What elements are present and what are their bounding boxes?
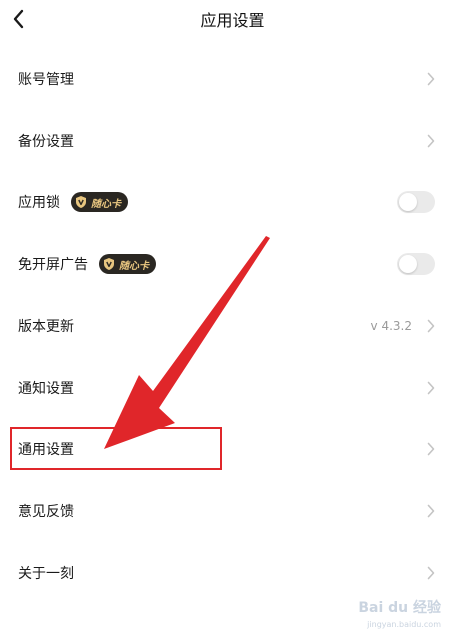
badge-label: 随心卡 [91,198,121,210]
shield-v-icon [104,258,114,270]
chevron-right-icon [427,72,435,86]
chevron-right-icon [427,504,435,518]
toggle-knob [399,255,417,273]
row-label: 关于一刻 [18,566,74,582]
settings-row-backup[interactable]: 备份设置 [0,113,465,169]
chevron-right-icon [427,134,435,148]
row-label: 意见反馈 [18,504,74,520]
page-title: 应用设置 [200,11,265,30]
no-splash-ads-toggle[interactable] [397,253,435,275]
row-label: 免开屏广告 [18,257,88,273]
settings-row-no-splash-ads: 免开屏广告 随心卡 [0,236,465,292]
app-lock-toggle[interactable] [397,191,435,213]
membership-badge: 随心卡 [71,192,128,212]
watermark-url: jingyan.baidu.com [367,620,441,629]
chevron-right-icon [427,319,435,333]
settings-row-notifications[interactable]: 通知设置 [0,360,465,416]
membership-badge: 随心卡 [99,254,156,274]
row-label: 备份设置 [18,134,74,150]
badge-label: 随心卡 [119,260,149,272]
row-label: 通知设置 [18,381,74,397]
watermark-logo: Bai du 经验 [358,600,441,616]
highlight-box [10,427,222,470]
chevron-right-icon [427,381,435,395]
shield-v-icon [76,196,86,208]
settings-row-about[interactable]: 关于一刻 [0,545,465,601]
settings-row-app-lock: 应用锁 随心卡 [0,174,465,230]
version-number: v 4.3.2 [370,319,412,333]
toggle-knob [399,193,417,211]
chevron-right-icon [427,442,435,456]
row-label: 应用锁 [18,195,60,211]
header: 应用设置 [0,0,465,40]
settings-row-account[interactable]: 账号管理 [0,51,465,107]
row-label: 账号管理 [18,72,74,88]
chevron-right-icon [427,566,435,580]
settings-row-feedback[interactable]: 意见反馈 [0,483,465,539]
row-label: 版本更新 [18,319,74,335]
settings-row-version-update[interactable]: 版本更新 v 4.3.2 [0,298,465,354]
